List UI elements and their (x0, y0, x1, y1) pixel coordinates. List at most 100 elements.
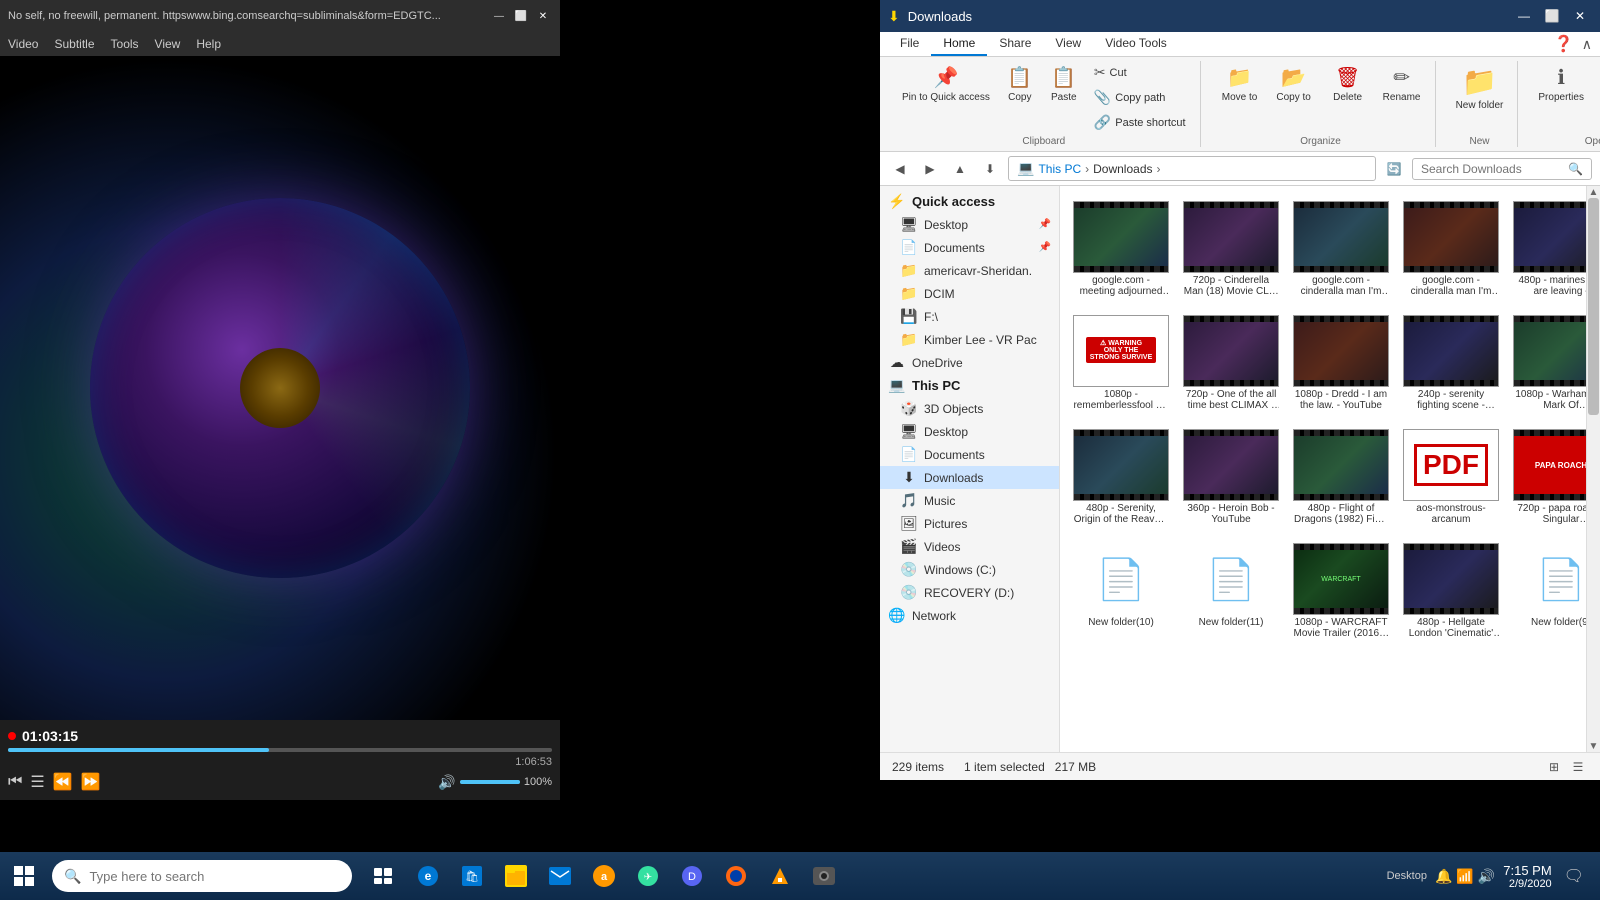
taskbar-clock[interactable]: 7:15 PM 2/9/2020 (1503, 863, 1551, 890)
file-item[interactable]: 480p - Serenity, Origin of the Reavers -… (1068, 422, 1174, 532)
file-item[interactable]: PDF aos-monstrous-arcanum (1398, 422, 1504, 532)
tab-file[interactable]: File (888, 32, 931, 56)
maximize-button[interactable]: ⬜ (512, 7, 530, 25)
taskbar-search-box[interactable]: 🔍 (52, 860, 352, 892)
paste-button[interactable]: 📋 Paste (1044, 61, 1084, 107)
sidebar-item-network[interactable]: 🌐 Network (880, 604, 1059, 627)
sidebar-item-americavr[interactable]: 📁 americavr-Sheridan. (880, 259, 1059, 282)
rewind-button[interactable]: ⏪ (53, 772, 73, 792)
search-box[interactable]: 🔍 (1412, 158, 1592, 180)
minimize-button[interactable]: — (490, 7, 508, 25)
camera-icon[interactable] (804, 852, 844, 900)
paste-shortcut-button[interactable]: 🔗 Paste shortcut (1088, 111, 1192, 134)
file-item[interactable]: 1080p - Warhammer Mark Of Chaos(1080pH..… (1508, 308, 1586, 418)
notification-icon[interactable]: 🔔 (1435, 868, 1452, 885)
scroll-down-button[interactable]: ▼ (1588, 740, 1600, 752)
copy-button[interactable]: 📋 Copy (1000, 61, 1040, 107)
file-item[interactable]: google.com - cinderalla man I'm sorry - … (1398, 194, 1504, 304)
path-downloads[interactable]: Downloads (1093, 162, 1152, 176)
tab-share[interactable]: Share (987, 32, 1043, 56)
file-item[interactable]: PAPA ROACH 720p - papa roach - Singular … (1508, 422, 1586, 532)
view-details-icon[interactable]: ☰ (1568, 757, 1588, 777)
menu-subtitle[interactable]: Subtitle (54, 37, 94, 51)
file-item[interactable]: 480p - marines, we are leaving - YouTube (1508, 194, 1586, 304)
list-button[interactable]: ☰ (30, 772, 44, 792)
sidebar-item-desktop[interactable]: 🖥 Desktop (880, 420, 1059, 443)
explorer-close[interactable]: ✕ (1568, 6, 1592, 26)
file-item[interactable]: 480p - Flight of Dragons (1982) Final Sh… (1288, 422, 1394, 532)
scrollbar[interactable]: ▲ ▼ (1586, 186, 1600, 752)
file-item[interactable]: 📄 New folder(11) (1178, 536, 1284, 646)
file-item[interactable]: 240p - serenity fighting scene - YouTube (1398, 308, 1504, 418)
volume-taskbar-icon[interactable]: 🔊 (1478, 868, 1495, 885)
file-item[interactable]: ⚠ WARNINGONLY THESTRONG SURVIVE 1080p - … (1068, 308, 1174, 418)
store-icon[interactable]: 🛍 (452, 852, 492, 900)
delete-button[interactable]: 🗑 Delete (1323, 61, 1373, 107)
file-item[interactable]: 720p - One of the all time best CLIMAX -… (1178, 308, 1284, 418)
close-button[interactable]: ✕ (534, 7, 552, 25)
mail-icon[interactable] (540, 852, 580, 900)
prev-button[interactable]: ⏮ (8, 773, 22, 791)
taskbar-search-input[interactable] (89, 869, 340, 884)
open-button[interactable]: 📂 Open (1594, 61, 1600, 84)
copy-to-button[interactable]: 📂 Copy to (1269, 61, 1319, 107)
sidebar-item-desktop-pinned[interactable]: 🖥 Desktop 📌 (880, 213, 1059, 236)
menu-help[interactable]: Help (196, 37, 221, 51)
file-item[interactable]: 480p - Hellgate London 'Cinematic' Trail… (1398, 536, 1504, 646)
refresh-button[interactable]: 🔄 (1382, 157, 1406, 181)
file-explorer-taskbar-icon[interactable] (496, 852, 536, 900)
tab-view[interactable]: View (1043, 32, 1093, 56)
new-folder-button[interactable]: 📁 New folder (1450, 61, 1510, 115)
file-item[interactable]: 360p - Heroin Bob - YouTube (1178, 422, 1284, 532)
path-this-pc[interactable]: This PC (1038, 162, 1081, 176)
sidebar-item-onedrive[interactable]: ☁ OneDrive (880, 351, 1059, 374)
sidebar-item-f-drive[interactable]: 💾 F:\ (880, 305, 1059, 328)
progress-bar[interactable] (8, 748, 552, 752)
sidebar-item-recovery-d[interactable]: 💿 RECOVERY (D:) (880, 581, 1059, 604)
tab-home[interactable]: Home (931, 32, 987, 56)
rename-button[interactable]: ✏ Rename (1377, 61, 1427, 107)
back-button[interactable]: ◀ (888, 157, 912, 181)
ribbon-help-icon[interactable]: ❓ (1554, 34, 1574, 54)
scroll-up-button[interactable]: ▲ (1588, 186, 1600, 198)
edit-button[interactable]: ✏ Edit (1594, 86, 1600, 109)
copy-path-button[interactable]: 📎 Copy path (1088, 86, 1192, 109)
tripadvisor-icon[interactable]: ✈ (628, 852, 668, 900)
file-item[interactable]: 1080p - Dredd - I am the law. - YouTube (1288, 308, 1394, 418)
task-view-button[interactable] (364, 852, 404, 900)
explorer-minimize[interactable]: — (1512, 6, 1536, 26)
sidebar-item-documents[interactable]: 📄 Documents (880, 443, 1059, 466)
start-button[interactable] (0, 852, 48, 900)
sidebar-item-dcim[interactable]: 📁 DCIM (880, 282, 1059, 305)
recent-locations-button[interactable]: ⬇ (978, 157, 1002, 181)
scroll-thumb[interactable] (1588, 198, 1599, 415)
vlc-icon[interactable] (760, 852, 800, 900)
discord-icon[interactable]: D (672, 852, 712, 900)
sidebar-item-pictures[interactable]: 🖼 Pictures (880, 512, 1059, 535)
pin-to-quick-access-button[interactable]: 📌 Pin to Quick access (896, 61, 996, 107)
menu-video[interactable]: Video (8, 37, 38, 51)
file-item[interactable]: 720p - Cinderella Man (18) Movie CLIP - … (1178, 194, 1284, 304)
sidebar-item-downloads[interactable]: ⬇ Downloads (880, 466, 1059, 489)
move-to-button[interactable]: 📁 Move to (1215, 61, 1265, 107)
properties-button[interactable]: ℹ Properties (1532, 61, 1590, 107)
file-item[interactable]: google.com - cinderalla man I'm sorry - … (1288, 194, 1394, 304)
sidebar-item-quick-access[interactable]: ⚡ Quick access (880, 190, 1059, 213)
sidebar-item-3d-objects[interactable]: 🎲 3D Objects (880, 397, 1059, 420)
cut-button[interactable]: ✂ Cut (1088, 61, 1192, 84)
address-path[interactable]: 💻 This PC › Downloads › (1008, 156, 1376, 181)
file-item[interactable]: 📄 New folder(10) (1068, 536, 1174, 646)
desktop-button[interactable]: Desktop (1387, 870, 1427, 882)
amazon-icon[interactable]: a (584, 852, 624, 900)
file-item[interactable]: google.com - meeting adjourned monster s… (1068, 194, 1174, 304)
wifi-icon[interactable]: 📶 (1456, 868, 1473, 885)
media-video-area[interactable] (0, 56, 560, 720)
sidebar-item-documents-pinned[interactable]: 📄 Documents 📌 (880, 236, 1059, 259)
file-item[interactable]: WARCRAFT 1080p - WARCRAFT Movie Trailer … (1288, 536, 1394, 646)
tab-video-tools[interactable]: Video Tools (1093, 32, 1179, 56)
notification-center-button[interactable]: 🗨 (1564, 866, 1584, 886)
explorer-maximize[interactable]: ⬜ (1540, 6, 1564, 26)
menu-tools[interactable]: Tools (111, 37, 139, 51)
ribbon-collapse[interactable]: ∧ (1582, 36, 1592, 53)
sidebar-item-this-pc[interactable]: 💻 This PC (880, 374, 1059, 397)
